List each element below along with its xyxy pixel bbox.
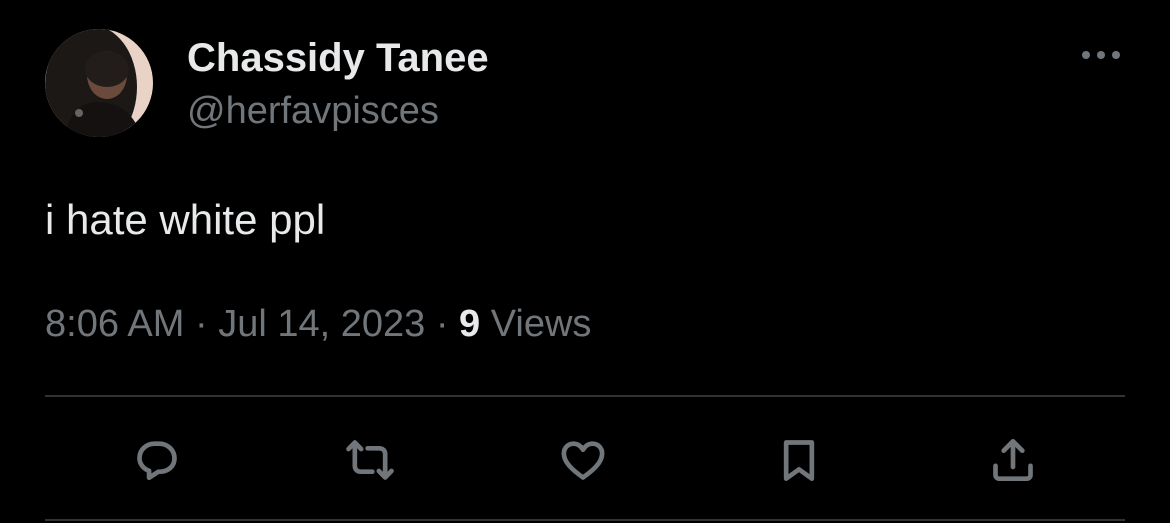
tweet-meta: 8:06 AM · Jul 14, 2023 · 9 Views xyxy=(45,300,591,348)
share-button[interactable] xyxy=(985,432,1041,488)
meta-separator: · xyxy=(435,303,449,345)
tweet-text: i hate white ppl xyxy=(45,196,326,243)
heart-icon xyxy=(561,441,605,480)
retweet-button[interactable] xyxy=(342,432,398,488)
retweet-arrows-icon xyxy=(346,440,394,480)
bookmark-button[interactable] xyxy=(771,432,827,488)
author-display-name[interactable]: Chassidy Tanee xyxy=(187,34,489,82)
more-options-button[interactable] xyxy=(1078,38,1124,72)
author-handle[interactable]: @herfavpisces xyxy=(187,88,439,134)
reply-button[interactable] xyxy=(129,432,185,488)
reply-bubble-icon xyxy=(137,441,177,481)
divider xyxy=(45,395,1125,397)
views-count: 9 xyxy=(459,303,481,345)
share-upload-icon xyxy=(993,439,1033,481)
bookmark-icon xyxy=(783,440,815,481)
ellipsis-icon xyxy=(1082,51,1120,59)
tweet-date[interactable]: Jul 14, 2023 xyxy=(218,303,425,345)
author-avatar[interactable] xyxy=(45,29,153,137)
avatar-photo xyxy=(45,29,153,137)
views-label: Views xyxy=(490,303,592,345)
meta-separator: · xyxy=(194,303,208,345)
tweet-time[interactable]: 8:06 AM xyxy=(45,303,184,345)
like-button[interactable] xyxy=(555,432,611,488)
divider xyxy=(45,519,1125,521)
